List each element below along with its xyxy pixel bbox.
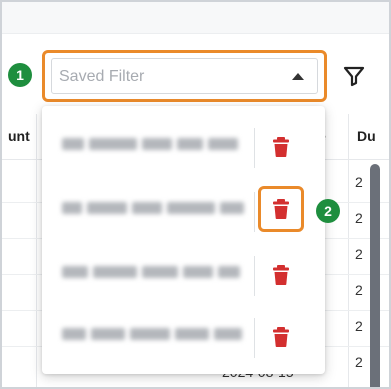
delete-filter-button-highlighted[interactable] — [258, 186, 304, 232]
saved-filter-name — [62, 202, 244, 216]
table-column-divider — [36, 114, 37, 387]
saved-filter-item[interactable] — [42, 242, 325, 304]
step-badge-1: 1 — [8, 63, 32, 87]
saved-filter-name — [62, 266, 240, 280]
trash-icon — [273, 327, 289, 347]
step-badge-2: 2 — [316, 199, 340, 223]
table-header-amount: unt — [8, 128, 30, 144]
trash-icon — [273, 265, 289, 285]
item-divider — [254, 192, 255, 232]
trash-icon — [273, 137, 289, 157]
caret-up-icon — [292, 73, 304, 80]
trash-icon — [273, 199, 289, 219]
delete-filter-button[interactable] — [266, 322, 296, 352]
saved-filter-name — [62, 328, 242, 342]
saved-filter-item[interactable] — [42, 114, 325, 176]
item-divider — [254, 256, 255, 296]
table-cell: 2 — [355, 354, 363, 370]
table-header-due: Du — [357, 128, 376, 144]
top-toolbar-band — [2, 2, 389, 34]
funnel-icon[interactable] — [342, 64, 366, 88]
saved-filter-dropdown — [42, 106, 325, 374]
item-divider — [254, 128, 255, 168]
saved-filter-item[interactable] — [42, 304, 325, 366]
screenshot-frame: unt e Du 2 2 2 2 2 2 2024-08-15 Saved Fi… — [0, 0, 391, 389]
vertical-scrollbar[interactable] — [370, 164, 380, 387]
table-cell: 2 — [355, 210, 363, 226]
delete-filter-button[interactable] — [266, 260, 296, 290]
table-column-divider — [348, 114, 349, 387]
table-cell: 2 — [355, 174, 363, 190]
saved-filter-item[interactable] — [42, 178, 325, 240]
saved-filter-select[interactable]: Saved Filter — [42, 50, 327, 102]
table-cell: 2 — [355, 282, 363, 298]
saved-filter-name — [62, 138, 238, 152]
saved-filter-placeholder: Saved Filter — [59, 68, 145, 85]
table-cell: 2 — [355, 246, 363, 262]
delete-filter-button[interactable] — [266, 132, 296, 162]
table-cell: 2 — [355, 318, 363, 334]
item-divider — [254, 318, 255, 358]
